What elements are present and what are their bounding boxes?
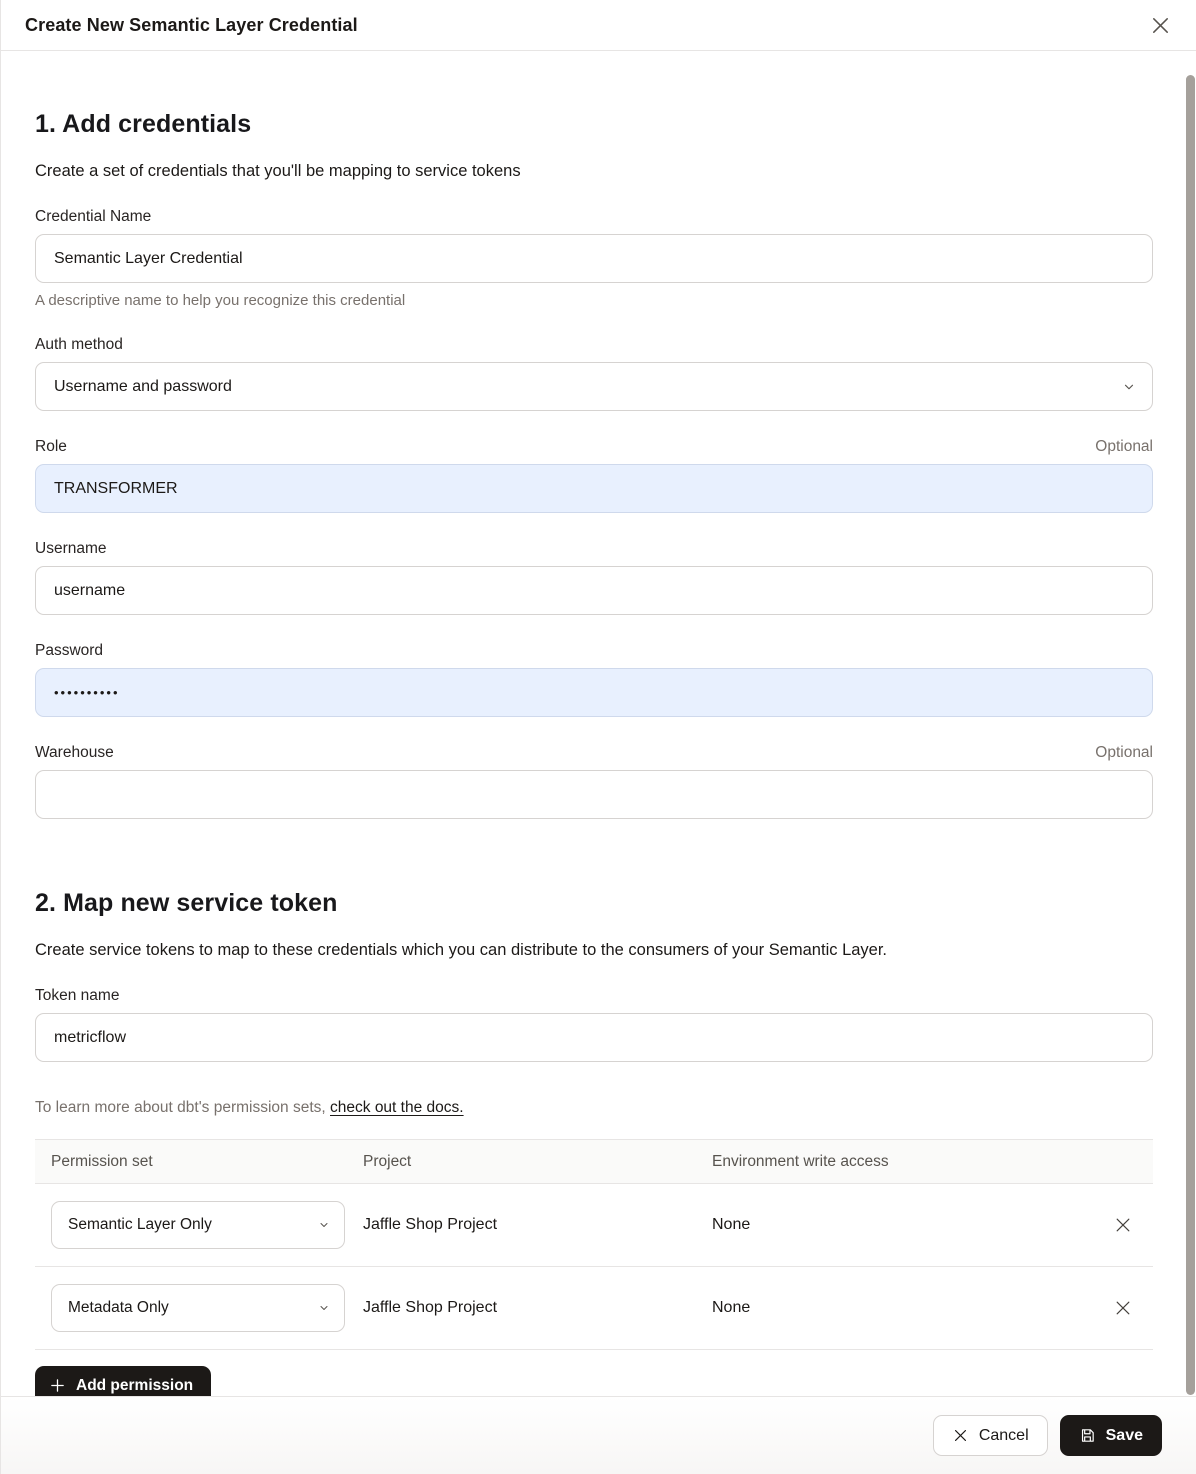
- modal-body: 1. Add credentials Create a set of crede…: [1, 51, 1196, 1396]
- project-cell: Jaffle Shop Project: [363, 1299, 712, 1317]
- username-input[interactable]: [35, 566, 1153, 615]
- username-label: Username: [35, 540, 107, 558]
- cancel-button-label: Cancel: [979, 1427, 1029, 1445]
- chevron-down-icon: [318, 1219, 330, 1231]
- field-credential-name: Credential Name A descriptive name to he…: [35, 208, 1153, 309]
- warehouse-label: Warehouse: [35, 744, 114, 762]
- project-cell: Jaffle Shop Project: [363, 1216, 712, 1234]
- docs-note-prefix: To learn more about dbt's permission set…: [35, 1099, 330, 1116]
- cancel-button[interactable]: Cancel: [933, 1415, 1048, 1456]
- modal-title: Create New Semantic Layer Credential: [25, 15, 358, 36]
- section-heading-token: 2. Map new service token: [35, 889, 1153, 918]
- permission-set-select[interactable]: Metadata Only: [51, 1284, 345, 1332]
- chevron-down-icon: [318, 1302, 330, 1314]
- auth-method-selected-value: Username and password: [54, 378, 232, 396]
- save-icon: [1079, 1427, 1096, 1444]
- header-project: Project: [363, 1153, 712, 1171]
- password-label: Password: [35, 642, 103, 660]
- env-write-access-cell: None: [712, 1216, 1093, 1234]
- table-row: Metadata Only Jaffle Shop Project None: [35, 1267, 1153, 1350]
- section-heading-credentials: 1. Add credentials: [35, 110, 1153, 139]
- table-row: Semantic Layer Only Jaffle Shop Project …: [35, 1184, 1153, 1267]
- field-role: Role Optional: [35, 438, 1153, 513]
- permission-set-selected-value: Semantic Layer Only: [68, 1216, 212, 1234]
- remove-permission-button[interactable]: [1109, 1294, 1137, 1322]
- credential-name-input[interactable]: [35, 234, 1153, 283]
- role-optional-tag: Optional: [1095, 438, 1153, 456]
- field-auth-method: Auth method Username and password: [35, 336, 1153, 411]
- auth-method-select[interactable]: Username and password: [35, 362, 1153, 411]
- credential-name-label: Credential Name: [35, 208, 151, 226]
- field-warehouse: Warehouse Optional: [35, 744, 1153, 819]
- chevron-down-icon: [1122, 380, 1136, 394]
- save-button[interactable]: Save: [1060, 1415, 1162, 1456]
- close-icon: [1113, 1298, 1133, 1318]
- add-permission-button[interactable]: Add permission: [35, 1366, 211, 1396]
- token-name-label: Token name: [35, 987, 119, 1005]
- section-description-token: Create service tokens to map to these cr…: [35, 941, 1153, 960]
- section-map-service-token: 2. Map new service token Create service …: [35, 889, 1153, 1396]
- docs-link[interactable]: check out the docs.: [330, 1099, 464, 1116]
- close-icon: [952, 1427, 969, 1444]
- permission-set-selected-value: Metadata Only: [68, 1299, 169, 1317]
- plus-icon: [49, 1377, 66, 1394]
- vertical-scrollbar[interactable]: [1186, 75, 1195, 1395]
- permission-docs-note: To learn more about dbt's permission set…: [35, 1099, 1153, 1117]
- role-label: Role: [35, 438, 67, 456]
- field-token-name: Token name: [35, 987, 1153, 1062]
- warehouse-optional-tag: Optional: [1095, 744, 1153, 762]
- add-permission-label: Add permission: [76, 1377, 193, 1395]
- remove-permission-button[interactable]: [1109, 1211, 1137, 1239]
- permissions-table: Permission set Project Environment write…: [35, 1139, 1153, 1350]
- close-icon: [1149, 14, 1172, 37]
- field-password: Password: [35, 642, 1153, 717]
- close-button[interactable]: [1146, 11, 1174, 39]
- permissions-table-header: Permission set Project Environment write…: [35, 1139, 1153, 1184]
- field-username: Username: [35, 540, 1153, 615]
- warehouse-input[interactable]: [35, 770, 1153, 819]
- role-input[interactable]: [35, 464, 1153, 513]
- env-write-access-cell: None: [712, 1299, 1093, 1317]
- password-input[interactable]: [35, 668, 1153, 717]
- modal-footer: Cancel Save: [1, 1396, 1196, 1474]
- section-description-credentials: Create a set of credentials that you'll …: [35, 162, 1153, 181]
- auth-method-label: Auth method: [35, 336, 123, 354]
- permission-set-select[interactable]: Semantic Layer Only: [51, 1201, 345, 1249]
- header-env-write-access: Environment write access: [712, 1153, 1093, 1171]
- modal-header: Create New Semantic Layer Credential: [1, 0, 1196, 51]
- header-permission-set: Permission set: [35, 1153, 363, 1171]
- section-add-credentials: 1. Add credentials Create a set of crede…: [35, 110, 1153, 819]
- close-icon: [1113, 1215, 1133, 1235]
- credential-name-helper: A descriptive name to help you recognize…: [35, 292, 1153, 309]
- token-name-input[interactable]: [35, 1013, 1153, 1062]
- save-button-label: Save: [1106, 1427, 1143, 1445]
